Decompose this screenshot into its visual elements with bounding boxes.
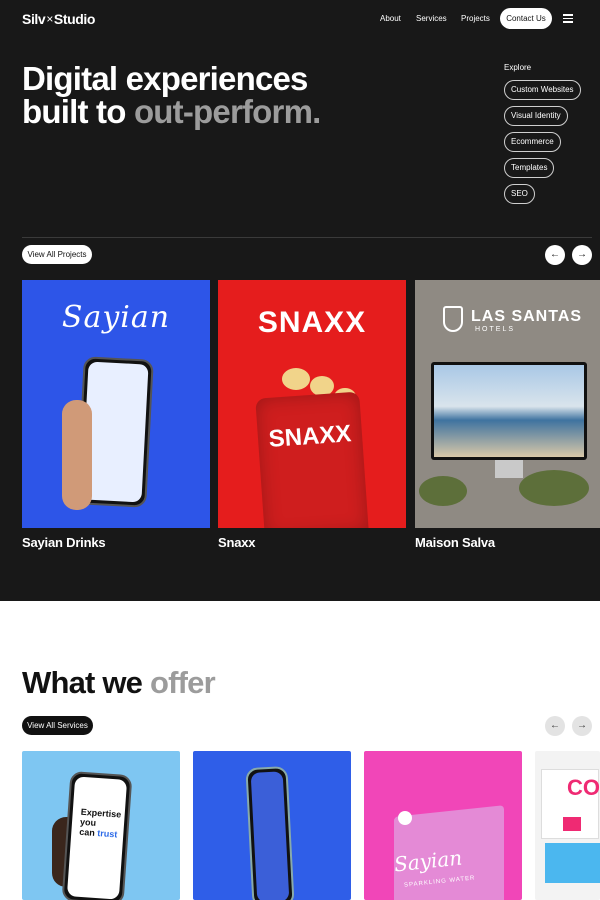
poster-text: CO [567, 775, 600, 800]
phone-mockup: Expertise you can trust [61, 770, 133, 900]
projects-prev-arrow-icon[interactable]: ← [545, 245, 565, 265]
hero-line-2-prefix: built to [22, 93, 134, 130]
service-card-4[interactable]: CO [535, 751, 600, 900]
project-card-sayian[interactable]: Sayian [22, 280, 210, 528]
brand-right: Studio [53, 11, 96, 27]
monitor-mockup [431, 362, 587, 460]
chip-bag-logo: SNAXX [267, 420, 353, 453]
project-name-maison-salva[interactable]: Maison Salva [415, 535, 495, 550]
hand-illustration [62, 400, 92, 510]
sayian-logo: Sayian [61, 300, 171, 335]
project-card-maison-salva[interactable]: LAS SANTAS HOTELS [415, 280, 600, 528]
offer-title: What we offer [22, 665, 216, 701]
hero-line-2-highlight: out-perform. [133, 93, 321, 130]
chip-illustration [282, 368, 310, 390]
services-next-arrow-icon[interactable]: → [572, 716, 592, 736]
poster-image [545, 843, 600, 883]
shrub-illustration [519, 470, 589, 506]
explore-custom-websites[interactable]: Custom Websites [504, 80, 581, 100]
project-name-snaxx[interactable]: Snaxx [218, 535, 256, 550]
las-santas-logo: LAS SANTAS [471, 308, 583, 325]
nav-services[interactable]: Services [416, 9, 447, 29]
snaxx-logo: SNAXX [257, 306, 367, 339]
view-all-services-button[interactable]: View All Services [22, 716, 93, 735]
brand-left: Silv [22, 11, 46, 27]
project-name-sayian[interactable]: Sayian Drinks [22, 535, 106, 550]
crest-icon [443, 306, 463, 332]
las-santas-subtitle: HOTELS [475, 326, 516, 333]
hamburger-menu-icon[interactable] [563, 14, 573, 23]
hero-section: Silv × Studio About Services Projects Co… [0, 0, 600, 601]
explore-visual-identity[interactable]: Visual Identity [504, 106, 568, 126]
shrub-illustration [419, 476, 467, 506]
brand-logo[interactable]: Silv × Studio [22, 11, 95, 27]
offer-title-highlight: offer [149, 665, 216, 700]
service-card-3[interactable]: Sayian SPARKLING WATER [364, 751, 522, 900]
section-divider [22, 237, 592, 238]
explore-templates[interactable]: Templates [504, 158, 555, 178]
hero-title: Digital experiences built to out-perform… [22, 62, 362, 128]
service-card-1[interactable]: Expertise you can trust [22, 751, 180, 900]
phone-headline: Expertise you can trust [79, 806, 122, 840]
explore-ecommerce[interactable]: Ecommerce [504, 132, 561, 152]
poster-accent [563, 817, 581, 831]
projects-next-arrow-icon[interactable]: → [572, 245, 592, 265]
brand-separator: × [46, 12, 53, 26]
services-prev-arrow-icon[interactable]: ← [545, 716, 565, 736]
explore-seo[interactable]: SEO [504, 184, 535, 204]
monitor-stand [495, 460, 523, 478]
hero-line-1: Digital experiences [22, 60, 308, 97]
badge-icon [398, 811, 412, 825]
view-all-projects-button[interactable]: View All Projects [22, 245, 92, 264]
contact-us-button[interactable]: Contact Us [500, 8, 552, 29]
explore-label: Explore [504, 63, 532, 72]
chip-bag-illustration: SNAXX [255, 391, 369, 528]
project-card-snaxx[interactable]: SNAXX SNAXX [218, 280, 406, 528]
nav-about[interactable]: About [380, 9, 401, 29]
service-card-2[interactable] [193, 751, 351, 900]
phone-mockup [245, 765, 295, 900]
nav-projects[interactable]: Projects [461, 9, 490, 29]
offer-title-prefix: What we [22, 665, 150, 700]
